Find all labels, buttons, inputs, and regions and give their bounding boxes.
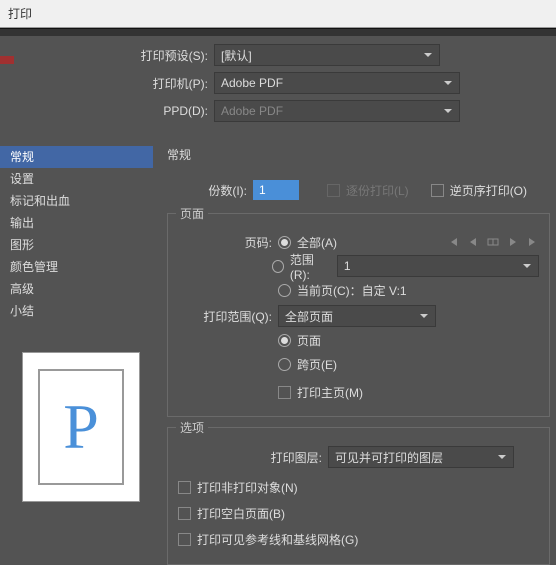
chevron-down-icon bbox=[443, 105, 453, 119]
preset-select[interactable]: [默认] bbox=[214, 44, 440, 66]
all-radio[interactable] bbox=[278, 236, 291, 249]
master-label: 打印主页(M) bbox=[297, 384, 363, 401]
page-preview: P bbox=[22, 352, 140, 502]
spread-label: 跨页(E) bbox=[297, 356, 337, 373]
printer-label: 打印机(P): bbox=[0, 75, 214, 92]
preview-inner: P bbox=[38, 369, 124, 485]
copies-input[interactable] bbox=[253, 180, 299, 200]
range-value: 1 bbox=[344, 259, 351, 273]
blank-label: 打印空白页面(B) bbox=[197, 505, 285, 522]
red-accent bbox=[0, 56, 14, 64]
last-page-icon[interactable] bbox=[527, 236, 539, 248]
nonprint-label: 打印非打印对象(N) bbox=[197, 479, 298, 496]
sidebar-item-summary[interactable]: 小结 bbox=[0, 300, 153, 322]
layer-value: 可见并可打印的图层 bbox=[335, 449, 443, 466]
scope-value: 全部页面 bbox=[285, 308, 333, 325]
printer-value: Adobe PDF bbox=[221, 76, 283, 90]
main-panel: 常规 份数(I): 逐份打印(L) 逆页序打印(O) 页面 页码: 全部(A) bbox=[153, 146, 556, 565]
sidebar-item-setup[interactable]: 设置 bbox=[0, 168, 153, 190]
pageopt-label: 页面 bbox=[297, 332, 321, 349]
layer-label: 打印图层: bbox=[178, 449, 328, 466]
sidebar: 常规 设置 标记和出血 输出 图形 颜色管理 高级 小结 P bbox=[0, 146, 153, 565]
range-radio[interactable] bbox=[272, 260, 284, 273]
reverse-checkbox[interactable] bbox=[431, 184, 444, 197]
sidebar-item-general[interactable]: 常规 bbox=[0, 146, 153, 168]
layer-select[interactable]: 可见并可打印的图层 bbox=[328, 446, 514, 468]
chevron-down-icon bbox=[497, 451, 507, 465]
master-checkbox[interactable] bbox=[278, 386, 291, 399]
all-label: 全部(A) bbox=[297, 234, 337, 251]
dialog-title: 打印 bbox=[0, 0, 556, 28]
preview-letter: P bbox=[63, 390, 99, 464]
guides-label: 打印可见参考线和基线网格(G) bbox=[197, 531, 358, 548]
chevron-down-icon bbox=[443, 77, 453, 91]
preset-label: 打印预设(S): bbox=[0, 47, 214, 64]
reverse-label: 逆页序打印(O) bbox=[450, 182, 527, 199]
sidebar-item-advanced[interactable]: 高级 bbox=[0, 278, 153, 300]
scope-select[interactable]: 全部页面 bbox=[278, 305, 436, 327]
chevron-down-icon bbox=[419, 310, 429, 324]
page-label: 页码: bbox=[178, 234, 278, 251]
chevron-down-icon bbox=[423, 49, 433, 63]
ppd-select: Adobe PDF bbox=[214, 100, 460, 122]
ppd-value: Adobe PDF bbox=[221, 104, 283, 118]
panel-title: 常规 bbox=[167, 146, 556, 163]
sidebar-item-marks[interactable]: 标记和出血 bbox=[0, 190, 153, 212]
top-strip bbox=[0, 28, 556, 36]
collate-label: 逐份打印(L) bbox=[346, 182, 409, 199]
blank-checkbox[interactable] bbox=[178, 507, 191, 520]
options-title: 选项 bbox=[176, 419, 208, 436]
range-input[interactable]: 1 bbox=[337, 255, 539, 277]
printer-select[interactable]: Adobe PDF bbox=[214, 72, 460, 94]
copies-label: 份数(I): bbox=[195, 182, 253, 199]
collate-checkbox bbox=[327, 184, 340, 197]
sidebar-item-output[interactable]: 输出 bbox=[0, 212, 153, 234]
page-nav bbox=[447, 236, 539, 248]
options-group: 选项 打印图层: 可见并可打印的图层 打印非打印对象(N) 打印空白页面(B) … bbox=[167, 427, 550, 565]
guides-checkbox[interactable] bbox=[178, 533, 191, 546]
range-label: 范围(R): bbox=[290, 251, 331, 282]
next-page-icon[interactable] bbox=[507, 236, 519, 248]
chevron-down-icon bbox=[522, 260, 532, 274]
ppd-label: PPD(D): bbox=[0, 104, 214, 118]
nonprint-checkbox[interactable] bbox=[178, 481, 191, 494]
spread-radio[interactable] bbox=[278, 358, 291, 371]
sidebar-item-color[interactable]: 颜色管理 bbox=[0, 256, 153, 278]
pages-title: 页面 bbox=[176, 205, 208, 222]
current-label: 当前页(C)：自定 V:1 bbox=[297, 282, 407, 299]
top-form: 打印预设(S): [默认] 打印机(P): Adobe PDF PPD(D): … bbox=[0, 36, 556, 138]
pageopt-radio[interactable] bbox=[278, 334, 291, 347]
scope-label: 打印范围(Q): bbox=[178, 308, 278, 325]
first-page-icon[interactable] bbox=[447, 236, 459, 248]
preset-value: [默认] bbox=[221, 47, 252, 64]
prev-page-icon[interactable] bbox=[467, 236, 479, 248]
sidebar-item-graphics[interactable]: 图形 bbox=[0, 234, 153, 256]
link-icon[interactable] bbox=[487, 236, 499, 248]
pages-group: 页面 页码: 全部(A) 范围(R): 1 bbox=[167, 213, 550, 417]
current-radio[interactable] bbox=[278, 284, 291, 297]
